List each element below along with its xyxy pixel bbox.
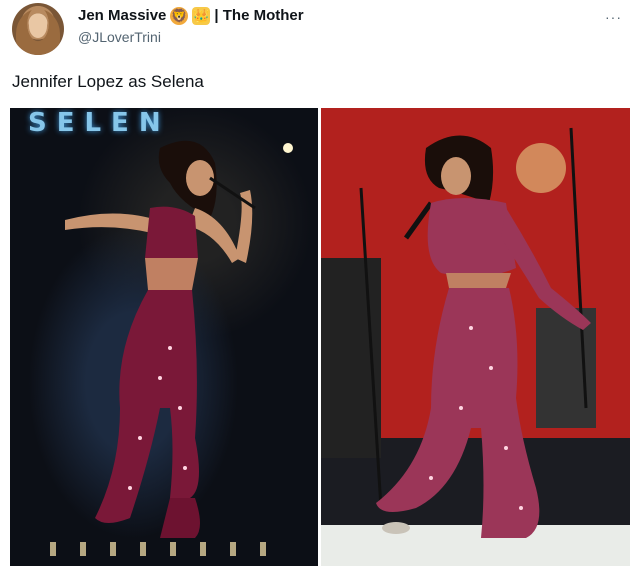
media-photo-left[interactable]: SELEN [10, 108, 318, 566]
display-name-suffix: | The Mother [214, 7, 304, 24]
post-header: Jen Massive 🦁 👑 | The Mother @JLoverTrin… [78, 6, 600, 50]
media-photo-right[interactable] [321, 108, 630, 566]
name-row: Jen Massive 🦁 👑 | The Mother [78, 6, 600, 26]
display-name[interactable]: Jen Massive [78, 6, 166, 26]
performer-figure-left [65, 140, 293, 538]
lion-emoji-icon: 🦁 [170, 7, 189, 25]
stage-floor-lights [50, 542, 290, 556]
avatar-face [29, 14, 47, 38]
post-text: Jennifer Lopez as Selena [12, 72, 204, 91]
avatar[interactable] [12, 3, 64, 55]
crown-emoji-icon: 👑 [192, 7, 211, 25]
media-grid: SELEN [10, 108, 630, 566]
performer-figure-right [321, 127, 596, 538]
user-handle[interactable]: @JLoverTrini [78, 28, 600, 46]
more-options-icon[interactable]: ··· [605, 10, 622, 24]
